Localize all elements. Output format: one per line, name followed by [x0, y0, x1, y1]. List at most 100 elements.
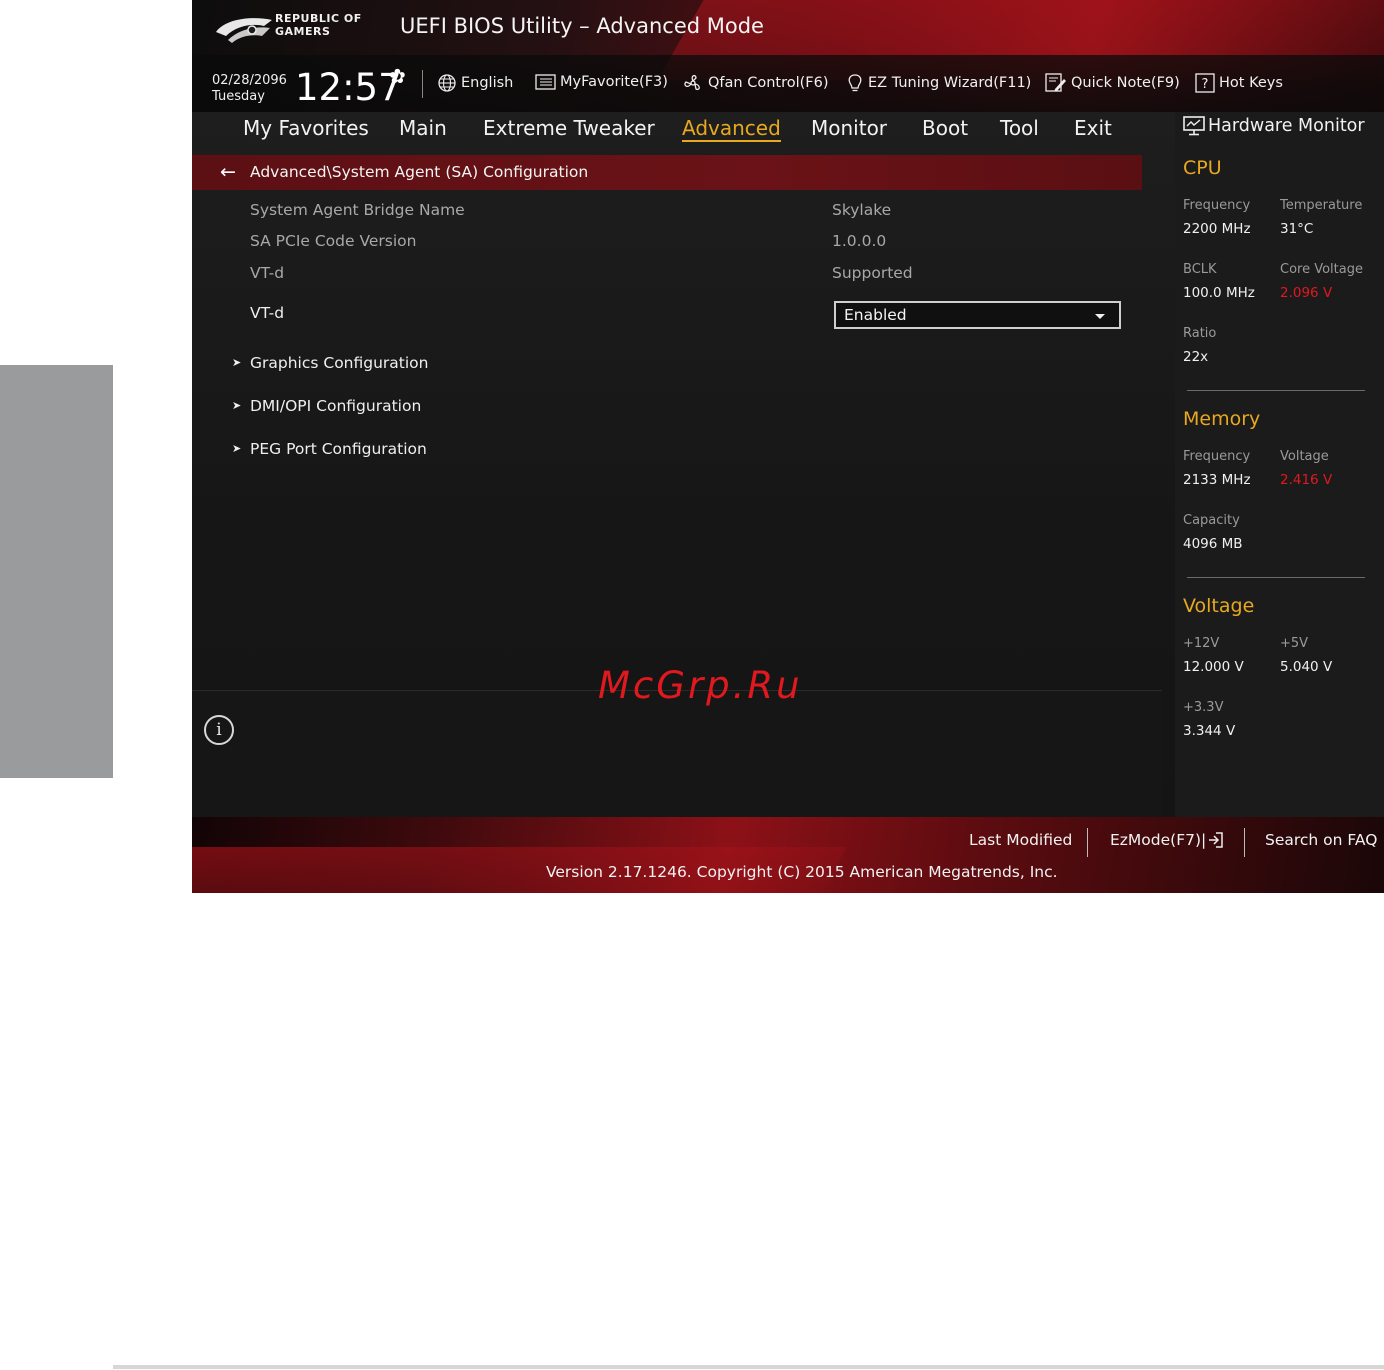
chevron-down-icon [1095, 314, 1105, 319]
watermark: McGrp.Ru [598, 664, 803, 707]
header: REPUBLIC OF GAMERS UEFI BIOS Utility – A… [192, 0, 1384, 112]
last-modified-button[interactable]: Last Modified [969, 831, 1072, 849]
submenu-arrow-icon: ➤ [232, 399, 242, 412]
lightbulb-icon [848, 74, 862, 92]
hot-keys-button[interactable]: ? Hot Keys [1195, 73, 1283, 93]
date-display: 02/28/2096 Tuesday [212, 73, 287, 105]
capacity-label: Capacity [1183, 513, 1240, 528]
setting-label-pcie-version: SA PCIe Code Version [250, 232, 417, 250]
search-faq-button[interactable]: Search on FAQ [1265, 831, 1377, 849]
quick-note-button[interactable]: Quick Note(F9) [1045, 73, 1180, 93]
ez-tuning-wizard-button[interactable]: EZ Tuning Wizard(F11) [846, 73, 1031, 93]
tab-boot[interactable]: Boot [922, 116, 968, 140]
tab-exit[interactable]: Exit [1074, 116, 1112, 140]
submenu-label: PEG Port Configuration [250, 440, 427, 458]
cpu-frequency-label: Frequency [1183, 198, 1251, 213]
app-title: UEFI BIOS Utility – Advanced Mode [400, 14, 764, 38]
tab-monitor[interactable]: Monitor [811, 116, 887, 140]
ezmode-label: EzMode(F7)| [1110, 831, 1207, 849]
v5-value: 5.040 V [1280, 659, 1333, 675]
cpu-temperature-value: 31°C [1280, 221, 1314, 237]
language-label: English [461, 75, 514, 91]
divider [1187, 390, 1365, 391]
submenu-peg-port-configuration[interactable]: ➤ PEG Port Configuration [232, 440, 427, 458]
v33-value: 3.344 V [1183, 723, 1236, 739]
divider [1187, 577, 1365, 578]
gear-icon[interactable]: ✿ [389, 64, 406, 88]
bclk-value: 100.0 MHz [1183, 285, 1255, 301]
language-button[interactable]: English [437, 73, 513, 93]
tab-main[interactable]: Main [399, 116, 447, 140]
quick-note-label: Quick Note(F9) [1071, 75, 1180, 91]
date-text: 02/28/2096 [212, 73, 287, 88]
v33-label: +3.3V [1183, 700, 1224, 715]
myfavorite-button[interactable]: MyFavorite(F3) [535, 73, 668, 91]
svg-text:?: ? [1202, 77, 1209, 92]
tab-my-favorites[interactable]: My Favorites [243, 116, 369, 140]
divider [1244, 828, 1245, 857]
page-side-tab [0, 365, 113, 778]
submenu-arrow-icon: ➤ [232, 356, 242, 369]
page-bottom-rule [113, 1365, 1384, 1369]
submenu-dmi-opi-configuration[interactable]: ➤ DMI/OPI Configuration [232, 397, 421, 415]
clock-time: 12:57 [295, 66, 402, 109]
back-arrow-icon[interactable]: ← [220, 161, 236, 183]
ezmode-button[interactable]: EzMode(F7)| [1110, 831, 1224, 849]
hardware-monitor-title: Hardware Monitor [1183, 116, 1365, 136]
help-key-icon: ? [1195, 73, 1215, 93]
main-menu: My Favorites Main Extreme Tweaker Advanc… [192, 112, 1167, 152]
divider [422, 70, 423, 98]
submenu-label: DMI/OPI Configuration [250, 397, 422, 415]
ratio-label: Ratio [1183, 326, 1217, 341]
note-pen-icon [1045, 73, 1066, 92]
logo-line-2: GAMERS [275, 25, 331, 38]
vtd-dropdown[interactable]: Enabled [834, 301, 1121, 329]
capacity-value: 4096 MB [1183, 536, 1243, 552]
bclk-label: BCLK [1183, 262, 1217, 277]
cpu-temperature-label: Temperature [1280, 198, 1363, 213]
exit-arrow-icon [1209, 832, 1224, 848]
memory-frequency-value: 2133 MHz [1183, 472, 1251, 488]
setting-label-vtd-support: VT-d [250, 264, 285, 282]
vtd-dropdown-value: Enabled [844, 306, 907, 324]
version-text: Version 2.17.1246. Copyright (C) 2015 Am… [546, 863, 1058, 881]
hardware-monitor-panel: Hardware Monitor CPU Frequency Temperatu… [1175, 112, 1384, 817]
tab-advanced[interactable]: Advanced [682, 116, 781, 142]
footer: Last Modified EzMode(F7)| Search on FAQ … [192, 817, 1384, 893]
bios-window: REPUBLIC OF GAMERS UEFI BIOS Utility – A… [192, 0, 1384, 893]
cpu-heading: CPU [1183, 157, 1222, 179]
hardware-monitor-title-text: Hardware Monitor [1208, 116, 1365, 136]
setting-label-bridge-name: System Agent Bridge Name [250, 201, 465, 219]
day-text: Tuesday [212, 89, 265, 104]
core-voltage-value: 2.096 V [1280, 285, 1333, 301]
ez-tuning-label: EZ Tuning Wizard(F11) [868, 75, 1032, 91]
submenu-graphics-configuration[interactable]: ➤ Graphics Configuration [232, 354, 429, 372]
setting-value-bridge-name: Skylake [832, 201, 892, 219]
memory-frequency-label: Frequency [1183, 449, 1251, 464]
divider [1087, 828, 1088, 857]
tab-tool[interactable]: Tool [1000, 116, 1039, 140]
ratio-value: 22x [1183, 349, 1209, 365]
tab-extreme-tweaker[interactable]: Extreme Tweaker [483, 116, 655, 140]
myfavorite-label: MyFavorite(F3) [560, 74, 668, 90]
qfan-label: Qfan Control(F6) [708, 75, 829, 91]
hot-keys-label: Hot Keys [1219, 75, 1283, 91]
help-info-panel: i [192, 690, 1162, 817]
globe-icon [438, 74, 456, 92]
voltage-heading: Voltage [1183, 595, 1255, 617]
breadcrumb-path: Advanced\System Agent (SA) Configuration [250, 163, 589, 181]
memory-voltage-value: 2.416 V [1280, 472, 1333, 488]
setting-value-vtd-support: Supported [832, 264, 913, 282]
vtd-option-label: VT-d [250, 304, 285, 322]
logo-line-1: REPUBLIC OF [275, 12, 362, 25]
info-icon: i [204, 715, 234, 745]
qfan-control-button[interactable]: Qfan Control(F6) [682, 73, 829, 93]
submenu-arrow-icon: ➤ [232, 442, 242, 455]
favorite-list-icon [535, 74, 556, 90]
v12-label: +12V [1183, 636, 1220, 651]
rog-logo-text: REPUBLIC OF GAMERS [275, 12, 362, 38]
submenu-label: Graphics Configuration [250, 354, 429, 372]
monitor-icon [1183, 116, 1205, 136]
v5-label: +5V [1280, 636, 1309, 651]
core-voltage-label: Core Voltage [1280, 262, 1363, 277]
